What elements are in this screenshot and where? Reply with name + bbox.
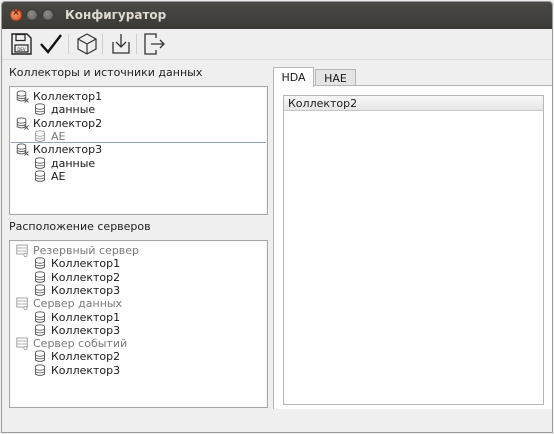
- tab-hda[interactable]: HDA: [273, 67, 314, 87]
- servers-section-label: Расположение серверов: [9, 220, 151, 233]
- tab-hae[interactable]: HAE: [315, 69, 356, 86]
- server-tree-item[interactable]: Сервер событий: [10, 337, 267, 350]
- hda-table[interactable]: Коллектор2: [283, 95, 544, 405]
- package-button[interactable]: [74, 31, 100, 57]
- collectors-section-label: Коллекторы и источники данных: [9, 66, 203, 79]
- server-collector-item[interactable]: Коллектор2: [10, 350, 267, 363]
- collector-icon: [16, 117, 29, 130]
- server-collector-item[interactable]: Коллектор1: [10, 257, 267, 270]
- hda-tab-panel: Коллектор2: [273, 85, 552, 411]
- tree-item-label: Коллектор3: [51, 283, 121, 297]
- server-collector-item[interactable]: Коллектор3: [10, 324, 267, 337]
- hda-column-header[interactable]: Коллектор2: [284, 96, 543, 111]
- exit-button[interactable]: [141, 31, 167, 57]
- apply-button[interactable]: [38, 31, 64, 57]
- tree-item-label: Коллектор3: [51, 363, 121, 377]
- database-icon: [34, 103, 47, 116]
- database-icon: [34, 170, 47, 183]
- app-window: × Конфигуратор DEV Коллекторы и источник…: [1, 1, 553, 433]
- import-icon: [112, 34, 130, 54]
- cube-icon: [77, 33, 97, 55]
- tree-item-label: Сервер данных: [33, 297, 123, 311]
- status-bar: [2, 409, 552, 432]
- exit-icon: [144, 33, 165, 55]
- servers-tree[interactable]: Резервный сервер Коллектор1 Коллектор2 Колл…: [9, 240, 268, 408]
- tree-item-label: AE: [51, 169, 66, 183]
- save-button[interactable]: DEV: [8, 31, 34, 57]
- server-icon: [16, 337, 29, 351]
- close-window-button[interactable]: ×: [10, 8, 22, 21]
- window-title: Конфигуратор: [65, 8, 167, 22]
- database-icon: [34, 324, 47, 337]
- toolbar-separator: [136, 34, 137, 54]
- tree-item-label: Коллектор1: [51, 310, 121, 324]
- database-icon: [34, 364, 47, 377]
- server-tree-item[interactable]: Резервный сервер: [10, 244, 267, 257]
- database-icon: [34, 310, 47, 324]
- database-icon: [34, 130, 47, 143]
- collectors-tree[interactable]: Коллектор1 данные Коллектор2 AE Коллектор3 да…: [9, 86, 268, 215]
- tree-item-label: AE: [51, 129, 66, 143]
- tree-item-label: Коллектор3: [51, 323, 121, 337]
- tree-item-label: Сервер событий: [33, 337, 128, 351]
- tree-item-label: Резервный сервер: [33, 244, 140, 257]
- collector-tree-item[interactable]: Коллектор2: [10, 117, 267, 130]
- maximize-window-button[interactable]: [42, 9, 54, 21]
- collector-icon: [16, 143, 29, 157]
- collector-icon: [16, 90, 29, 103]
- source-tree-item[interactable]: AE: [10, 170, 267, 183]
- tree-item-label: Коллектор2: [51, 350, 121, 364]
- svg-text:DEV: DEV: [17, 47, 26, 52]
- server-collector-item[interactable]: Коллектор3: [10, 284, 267, 297]
- server-collector-item[interactable]: Коллектор2: [10, 271, 267, 284]
- database-icon: [34, 270, 47, 284]
- toolbar-separator: [102, 34, 103, 54]
- database-icon: [34, 257, 47, 270]
- tree-item-label: Коллектор2: [51, 270, 121, 284]
- tree-item-label: Коллектор1: [51, 257, 121, 271]
- toolbar: DEV: [2, 29, 552, 60]
- selection-indicator: [11, 142, 266, 143]
- server-collector-item[interactable]: Коллектор3: [10, 364, 267, 377]
- source-tree-item[interactable]: данные: [10, 103, 267, 116]
- database-icon: [34, 350, 47, 363]
- collector-tree-item[interactable]: Коллектор1: [10, 90, 267, 103]
- tree-item-label: Коллектор3: [33, 143, 103, 157]
- source-tree-item[interactable]: AE: [10, 130, 267, 143]
- title-bar: × Конфигуратор: [2, 2, 552, 29]
- toolbar-separator: [68, 34, 69, 54]
- check-icon: [40, 34, 62, 54]
- database-icon: [34, 284, 47, 297]
- tree-item-label: Коллектор1: [33, 90, 103, 103]
- tree-item-label: Коллектор2: [33, 116, 103, 130]
- server-tree-item[interactable]: Сервер данных: [10, 297, 267, 310]
- source-tree-item[interactable]: данные: [10, 157, 267, 170]
- server-icon: [16, 244, 29, 257]
- tree-item-label: данные: [51, 156, 96, 170]
- collector-tree-item[interactable]: Коллектор3: [10, 143, 267, 156]
- import-button[interactable]: [108, 31, 134, 57]
- tree-item-label: данные: [51, 103, 96, 117]
- server-icon: [16, 297, 29, 311]
- save-icon: DEV: [11, 33, 32, 55]
- close-icon: ×: [12, 8, 20, 18]
- database-icon: [34, 156, 47, 170]
- minimize-window-button[interactable]: [26, 9, 38, 21]
- server-collector-item[interactable]: Коллектор1: [10, 311, 267, 324]
